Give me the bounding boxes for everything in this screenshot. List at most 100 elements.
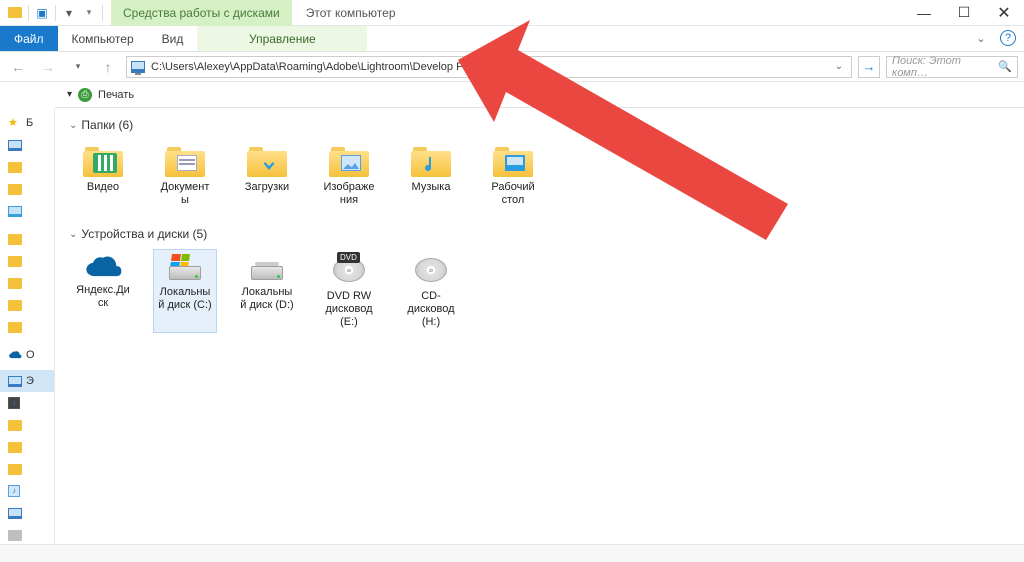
status-bar bbox=[0, 544, 1024, 562]
folder-item[interactable]: Загрузки bbox=[235, 140, 299, 211]
up-button[interactable]: ↑ bbox=[96, 55, 120, 79]
help-icon[interactable]: ? bbox=[1000, 30, 1016, 46]
quick-access-toolbar: ▣ ▾ ▾ bbox=[0, 4, 111, 22]
explorer-icon bbox=[6, 4, 24, 22]
sidebar-item-music[interactable] bbox=[0, 480, 54, 502]
sidebar-item-desktop[interactable] bbox=[0, 134, 54, 156]
drive-item[interactable]: Локальный диск (D:) bbox=[235, 249, 299, 333]
sidebar-item-lightroom[interactable] bbox=[0, 228, 54, 250]
tab-file[interactable]: Файл bbox=[0, 26, 58, 51]
go-refresh-button[interactable]: → bbox=[858, 56, 880, 78]
folder-label: Рабочий стол bbox=[486, 181, 540, 206]
group-folders[interactable]: ⌄ Папки (6) bbox=[69, 118, 1010, 132]
chevron-down-icon[interactable]: ▾ bbox=[67, 89, 72, 100]
properties-icon[interactable]: ▣ bbox=[33, 4, 51, 22]
maximize-button[interactable]: ☐ bbox=[944, 0, 984, 26]
forward-button[interactable]: → bbox=[36, 55, 60, 79]
navigation-pane[interactable]: ★Б O Э bbox=[0, 108, 55, 544]
search-input[interactable]: Поиск: Этот комп… 🔍 bbox=[886, 56, 1018, 78]
print-button[interactable]: Печать bbox=[98, 89, 134, 101]
address-dropdown-icon[interactable]: ⌄ bbox=[831, 61, 847, 72]
content-pane[interactable]: ⌄ Папки (6) Видео Документы Загрузки Изобра… bbox=[55, 108, 1024, 544]
pictures-icon bbox=[8, 206, 22, 217]
folder-icon bbox=[8, 300, 22, 311]
sidebar-item-pictures2[interactable] bbox=[0, 458, 54, 480]
chevron-down-icon[interactable]: ⌄ bbox=[69, 120, 77, 131]
sidebar-item-videos[interactable] bbox=[0, 392, 54, 414]
drive-icon bbox=[8, 530, 22, 541]
drive-item[interactable]: DVD DVD RW дисковод (E:) bbox=[317, 249, 381, 333]
sidebar-item-generic1[interactable] bbox=[0, 250, 54, 272]
folder-icon bbox=[8, 464, 22, 475]
sidebar-onedrive[interactable]: O bbox=[0, 344, 54, 366]
qat-caret-icon[interactable]: ▾ bbox=[80, 4, 98, 22]
video-icon bbox=[8, 397, 20, 409]
sidebar-item-downloads[interactable] bbox=[0, 156, 54, 178]
sidebar-item-generic2[interactable] bbox=[0, 272, 54, 294]
sidebar-this-pc[interactable]: Э bbox=[0, 370, 54, 392]
sidebar-item-documents2[interactable] bbox=[0, 414, 54, 436]
folder-icon bbox=[493, 145, 533, 177]
back-button[interactable]: ← bbox=[6, 55, 30, 79]
cloud-drive-icon bbox=[83, 254, 123, 280]
folder-icon bbox=[8, 162, 22, 173]
folder-icon bbox=[329, 145, 369, 177]
tab-manage[interactable]: Управление bbox=[197, 26, 367, 51]
tab-view[interactable]: Вид bbox=[148, 26, 198, 51]
minimize-button[interactable]: — bbox=[904, 0, 944, 26]
sidebar-item-generic3[interactable] bbox=[0, 294, 54, 316]
this-pc-icon bbox=[131, 61, 145, 73]
drive-label: Локальный диск (C:) bbox=[158, 286, 212, 311]
folder-icon bbox=[8, 278, 22, 289]
cloud-icon bbox=[8, 350, 22, 360]
search-placeholder: Поиск: Этот комп… bbox=[892, 55, 998, 79]
drive-item[interactable]: Яндекс.Диск bbox=[71, 249, 135, 333]
dvd-drive-icon: DVD bbox=[329, 254, 369, 286]
folder-label: Видео bbox=[87, 181, 119, 194]
sidebar-item-documents[interactable] bbox=[0, 178, 54, 200]
folder-item[interactable]: Видео bbox=[71, 140, 135, 211]
folder-item[interactable]: Изображения bbox=[317, 140, 381, 211]
drive-label: CD-дисковод (H:) bbox=[404, 290, 458, 328]
group-devices[interactable]: ⌄ Устройства и диски (5) bbox=[69, 227, 1010, 241]
address-bar[interactable]: C:\Users\Alexey\AppData\Roaming\Adobe\Li… bbox=[126, 56, 852, 78]
folder-icon bbox=[8, 234, 22, 245]
sidebar-item-drive-c[interactable] bbox=[0, 524, 54, 546]
folder-icon bbox=[165, 145, 205, 177]
drive-item[interactable]: Локальный диск (C:) bbox=[153, 249, 217, 333]
sidebar-item-downloads2[interactable] bbox=[0, 436, 54, 458]
folder-item[interactable]: Рабочий стол bbox=[481, 140, 545, 211]
star-icon: ★ bbox=[8, 116, 22, 130]
sidebar-item-pictures[interactable] bbox=[0, 200, 54, 222]
sidebar-quick-access[interactable]: ★Б bbox=[0, 112, 54, 134]
monitor-icon bbox=[8, 376, 22, 387]
address-path[interactable]: C:\Users\Alexey\AppData\Roaming\Adobe\Li… bbox=[151, 61, 831, 73]
folder-icon bbox=[8, 442, 22, 453]
tab-computer[interactable]: Компьютер bbox=[58, 26, 148, 51]
folder-item[interactable]: Музыка bbox=[399, 140, 463, 211]
body: ★Б O Э ⌄ Папки (6) Видео Документы Загрузк… bbox=[0, 108, 1024, 544]
drive-label: DVD RW дисковод (E:) bbox=[322, 290, 376, 328]
folder-icon bbox=[8, 256, 22, 267]
close-button[interactable]: ✕ bbox=[984, 0, 1024, 26]
hard-drive-icon bbox=[165, 254, 205, 282]
new-folder-icon[interactable]: ▾ bbox=[60, 4, 78, 22]
folder-label: Музыка bbox=[412, 181, 451, 194]
recent-dropdown-icon[interactable]: ▾ bbox=[66, 55, 90, 79]
folder-label: Документы bbox=[158, 181, 212, 206]
drive-item[interactable]: CD-дисковод (H:) bbox=[399, 249, 463, 333]
drive-label: Яндекс.Диск bbox=[76, 284, 130, 309]
title-bar: ▣ ▾ ▾ Средства работы с дисками Этот ком… bbox=[0, 0, 1024, 26]
sidebar-item-desktop2[interactable] bbox=[0, 502, 54, 524]
folder-item[interactable]: Документы bbox=[153, 140, 217, 211]
folder-icon bbox=[8, 322, 22, 333]
group-folders-label: Папки (6) bbox=[81, 118, 133, 132]
ribbon-collapse-icon[interactable]: ⌄ bbox=[970, 26, 992, 51]
folder-icon bbox=[83, 145, 123, 177]
chevron-down-icon[interactable]: ⌄ bbox=[69, 229, 77, 240]
folder-icon bbox=[247, 145, 287, 177]
cd-drive-icon bbox=[411, 254, 451, 286]
sidebar-item-generic4[interactable] bbox=[0, 316, 54, 338]
command-bar: ▾ ⎙ Печать bbox=[55, 82, 1024, 108]
window-title: Этот компьютер bbox=[292, 6, 410, 20]
